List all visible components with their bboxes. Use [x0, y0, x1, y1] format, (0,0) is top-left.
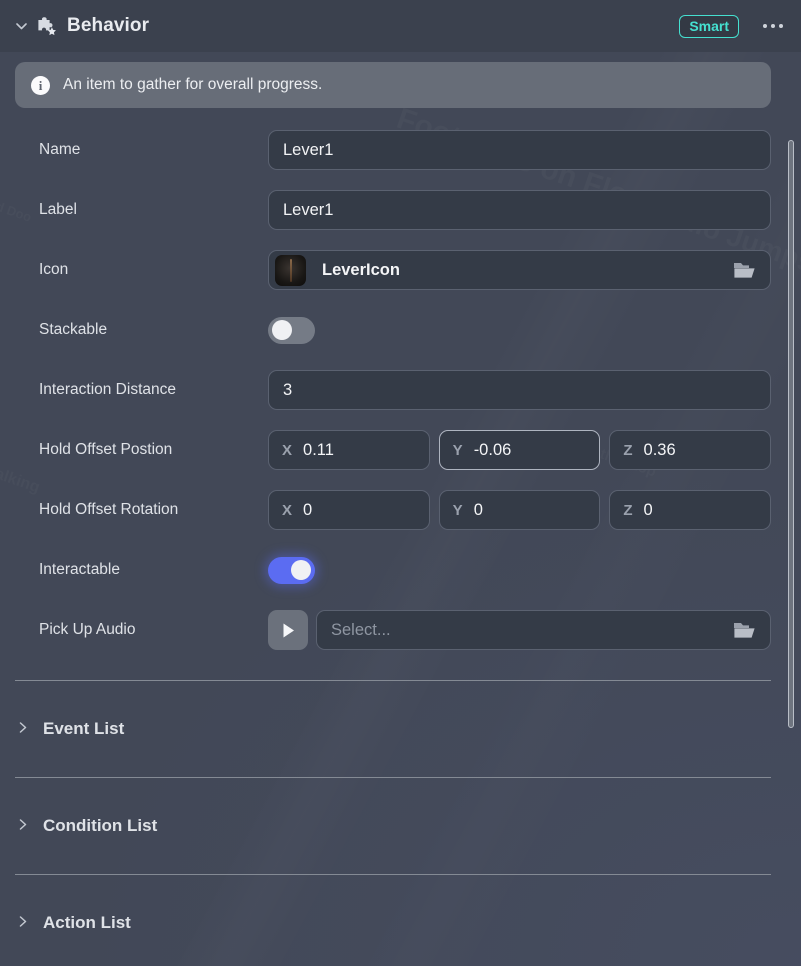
more-options-icon[interactable] — [761, 18, 785, 34]
row-name: Name Lever1 — [39, 120, 771, 180]
row-hold-offset-position: Hold Offset Postion X 0.11 Y -0.06 Z 0.3… — [39, 420, 771, 480]
info-banner-text: An item to gather for overall progress. — [63, 76, 322, 94]
interaction-distance-input[interactable]: 3 — [268, 370, 771, 410]
hold-offset-rotation-x[interactable]: X 0 — [268, 490, 430, 530]
interactable-toggle[interactable] — [268, 557, 315, 584]
pick-up-audio-label: Pick Up Audio — [39, 621, 268, 639]
panel-header: Behavior Smart — [0, 0, 801, 52]
stackable-label: Stackable — [39, 321, 268, 339]
name-control: Lever1 — [268, 130, 771, 170]
label-control: Lever1 — [268, 190, 771, 230]
interactable-control — [268, 557, 771, 584]
axis-label-y: Y — [453, 502, 463, 519]
kebab-dot — [771, 24, 775, 28]
vector3-input-group: X 0 Y 0 Z 0 — [268, 490, 771, 530]
hold-offset-position-y[interactable]: Y -0.06 — [439, 430, 601, 470]
hold-offset-position-x[interactable]: X 0.11 — [268, 430, 430, 470]
scrollbar-thumb[interactable] — [788, 140, 794, 728]
axis-label-z: Z — [623, 442, 632, 459]
axis-label-z: Z — [623, 502, 632, 519]
axis-value-z: 0.36 — [644, 441, 676, 460]
row-interactable: Interactable — [39, 540, 771, 600]
properties-form: Name Lever1 Label Lever1 Icon LeverIcon — [0, 108, 801, 660]
axis-label-x: X — [282, 502, 292, 519]
vertical-scrollbar[interactable] — [787, 140, 795, 940]
pick-up-audio-input[interactable]: Select... — [316, 610, 771, 650]
icon-picker[interactable]: LeverIcon — [268, 250, 771, 290]
icon-control: LeverIcon — [268, 250, 771, 290]
pick-up-audio-placeholder: Select... — [331, 621, 391, 640]
interaction-distance-control: 3 — [268, 370, 771, 410]
axis-label-x: X — [282, 442, 292, 459]
row-stackable: Stackable — [39, 300, 771, 360]
collapsible-sections: Event List Condition List Action List — [0, 680, 801, 966]
section-title: Event List — [43, 719, 124, 739]
stackable-control — [268, 317, 771, 344]
pick-up-audio-control: Select... — [268, 610, 771, 650]
section-condition-list[interactable]: Condition List — [15, 778, 771, 874]
info-icon: i — [31, 76, 50, 95]
lever-icon-thumbnail — [275, 255, 306, 286]
row-icon: Icon LeverIcon — [39, 240, 771, 300]
kebab-dot — [779, 24, 783, 28]
folder-icon[interactable] — [732, 619, 758, 641]
axis-value-x: 0.11 — [303, 441, 334, 460]
page-title: Behavior — [67, 15, 149, 37]
toggle-knob — [291, 560, 311, 580]
axis-value-x: 0 — [303, 501, 312, 520]
puzzle-star-icon — [36, 15, 58, 37]
behavior-inspector-panel: Behavior Smart i An item to gather for o… — [0, 0, 801, 966]
section-event-list[interactable]: Event List — [15, 681, 771, 777]
vector3-input-group: X 0.11 Y -0.06 Z 0.36 — [268, 430, 771, 470]
folder-icon[interactable] — [732, 259, 758, 281]
section-title: Condition List — [43, 816, 157, 836]
interaction-distance-label: Interaction Distance — [39, 381, 268, 399]
icon-asset-name: LeverIcon — [322, 261, 400, 280]
axis-label-y: Y — [453, 442, 463, 459]
kebab-dot — [763, 24, 767, 28]
smart-badge[interactable]: Smart — [679, 15, 739, 38]
chevron-down-icon[interactable] — [14, 19, 28, 33]
label-label: Label — [39, 201, 268, 219]
axis-value-z: 0 — [644, 501, 653, 520]
chevron-right-icon[interactable] — [19, 914, 31, 932]
row-hold-offset-rotation: Hold Offset Rotation X 0 Y 0 Z 0 — [39, 480, 771, 540]
hold-offset-position-label: Hold Offset Postion — [39, 441, 268, 459]
section-title: Action List — [43, 913, 131, 933]
hold-offset-rotation-label: Hold Offset Rotation — [39, 501, 268, 519]
hold-offset-position-control: X 0.11 Y -0.06 Z 0.36 — [268, 430, 771, 470]
hold-offset-rotation-y[interactable]: Y 0 — [439, 490, 601, 530]
row-pick-up-audio: Pick Up Audio Select... — [39, 600, 771, 660]
chevron-right-icon[interactable] — [19, 817, 31, 835]
chevron-right-icon[interactable] — [19, 720, 31, 738]
hold-offset-rotation-control: X 0 Y 0 Z 0 — [268, 490, 771, 530]
hold-offset-rotation-z[interactable]: Z 0 — [609, 490, 771, 530]
interactable-label: Interactable — [39, 561, 268, 579]
name-label: Name — [39, 141, 268, 159]
row-label: Label Lever1 — [39, 180, 771, 240]
row-interaction-distance: Interaction Distance 3 — [39, 360, 771, 420]
play-icon[interactable] — [268, 610, 308, 650]
axis-value-y: -0.06 — [474, 441, 512, 460]
hold-offset-position-z[interactable]: Z 0.36 — [609, 430, 771, 470]
label-input[interactable]: Lever1 — [268, 190, 771, 230]
audio-selector: Select... — [268, 610, 771, 650]
info-banner-wrapper: i An item to gather for overall progress… — [0, 52, 801, 108]
icon-label: Icon — [39, 261, 268, 279]
axis-value-y: 0 — [474, 501, 483, 520]
name-input[interactable]: Lever1 — [268, 130, 771, 170]
section-action-list[interactable]: Action List — [15, 875, 771, 966]
toggle-knob — [272, 320, 292, 340]
stackable-toggle[interactable] — [268, 317, 315, 344]
info-banner: i An item to gather for overall progress… — [15, 62, 771, 108]
